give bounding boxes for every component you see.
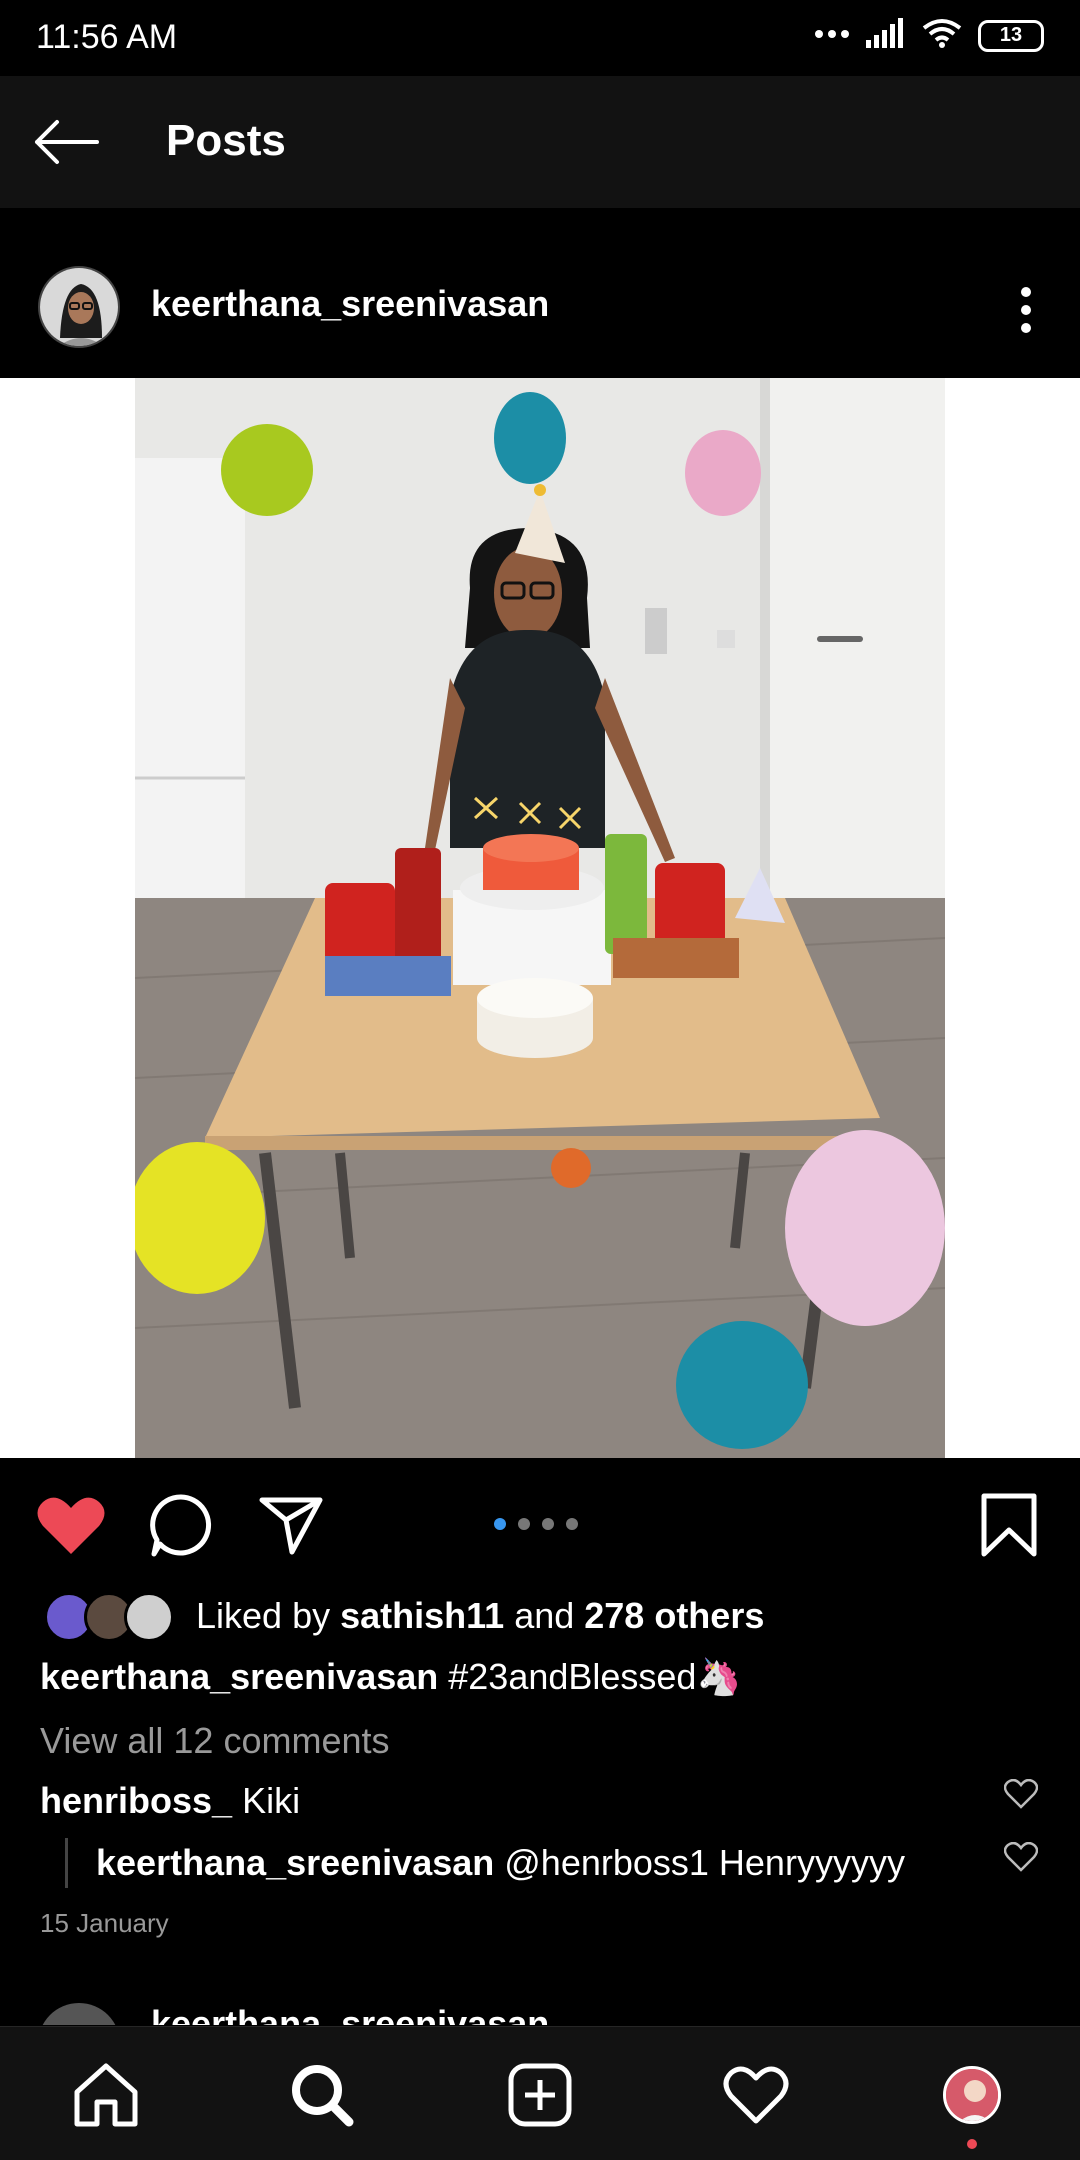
avatar[interactable] [38,266,120,348]
view-all-comments-link[interactable]: View all 12 comments [40,1720,390,1762]
page-title: Posts [166,116,286,165]
post-photo [135,378,945,1458]
battery-icon: 13 [978,19,1044,52]
post-actions [0,1458,1080,1588]
app-bar: Posts [0,76,1080,208]
home-icon [74,2063,138,2127]
likes-others[interactable]: 278 others [584,1595,764,1636]
notification-dot [967,2139,977,2149]
nav-home[interactable] [68,2057,144,2133]
battery-level: 13 [999,24,1023,46]
comment-text: Kiki [232,1780,301,1821]
post-username[interactable]: keerthana_sreenivasan [151,2003,549,2025]
carousel-dot [542,1518,554,1530]
search-icon [292,2065,354,2127]
status-bar: 11:56 AM 13 [0,0,1080,76]
status-icons: 13 [814,18,1044,53]
avatar[interactable] [38,2003,120,2025]
comment-like-button[interactable] [1002,1775,1040,1813]
send-icon [259,1497,323,1555]
heart-filled-icon [37,1497,105,1554]
post-media[interactable] [0,378,1080,1458]
comment-username[interactable]: henriboss_ [40,1780,232,1821]
more-options-button[interactable] [996,278,1056,342]
heart-outline-icon [1004,1842,1038,1872]
profile-avatar [943,2066,1001,2124]
liker-avatars [40,1588,174,1644]
share-button[interactable] [252,1486,330,1564]
vertical-dots-icon [1021,287,1031,333]
likes-prefix: Liked by [196,1595,341,1636]
likes-and: and [504,1595,585,1636]
plus-square-icon [508,2063,572,2127]
carousel-dot [518,1518,530,1530]
post-caption: keerthana_sreenivasan #23andBlessed🦄 [40,1656,741,1698]
bottom-navigation [0,2026,1080,2160]
post-date: 15 January [40,1908,169,1938]
wifi-icon [922,18,962,53]
nav-profile[interactable] [934,2057,1010,2149]
comment-username[interactable]: keerthana_sreenivasan [96,1842,494,1883]
comment-reply: keerthana_sreenivasan @henrboss1 Henryyy… [96,1842,905,1884]
save-button[interactable] [970,1486,1048,1564]
arrow-left-icon [35,120,99,164]
likes-row[interactable]: Liked by sathish11 and 278 others [40,1588,764,1644]
post-header: keerthana_sreenivasan [0,208,1080,378]
reply-thread-line [65,1838,68,1888]
comment: henriboss_ Kiki [40,1780,300,1822]
heart-outline-icon [723,2066,789,2124]
carousel-dot [494,1518,506,1530]
nav-create[interactable] [502,2057,578,2133]
comment-button[interactable] [142,1486,220,1564]
comment-text: @henrboss1 Henryyyyyy [494,1842,905,1883]
post-username[interactable]: keerthana_sreenivasan [151,283,549,325]
comment-icon [150,1494,212,1557]
heart-outline-icon [1004,1779,1038,1809]
nav-search[interactable] [284,2057,360,2133]
carousel-indicator [494,1518,578,1530]
avatar [124,1592,174,1642]
comment-like-button[interactable] [1002,1838,1040,1876]
next-post-header: keerthana_sreenivasan [0,1995,1080,2025]
status-time: 11:56 AM [36,18,178,56]
nav-activity[interactable] [718,2057,794,2133]
back-button[interactable] [26,106,106,178]
caption-username[interactable]: keerthana_sreenivasan [40,1656,438,1697]
like-button[interactable] [32,1486,110,1564]
likes-text: Liked by sathish11 and 278 others [196,1595,764,1637]
more-dots-icon [814,27,850,45]
bookmark-icon [981,1493,1037,1557]
liker-username[interactable]: sathish11 [340,1595,504,1636]
signal-icon [866,18,906,53]
caption-text: #23andBlessed🦄 [438,1656,742,1697]
carousel-dot [566,1518,578,1530]
